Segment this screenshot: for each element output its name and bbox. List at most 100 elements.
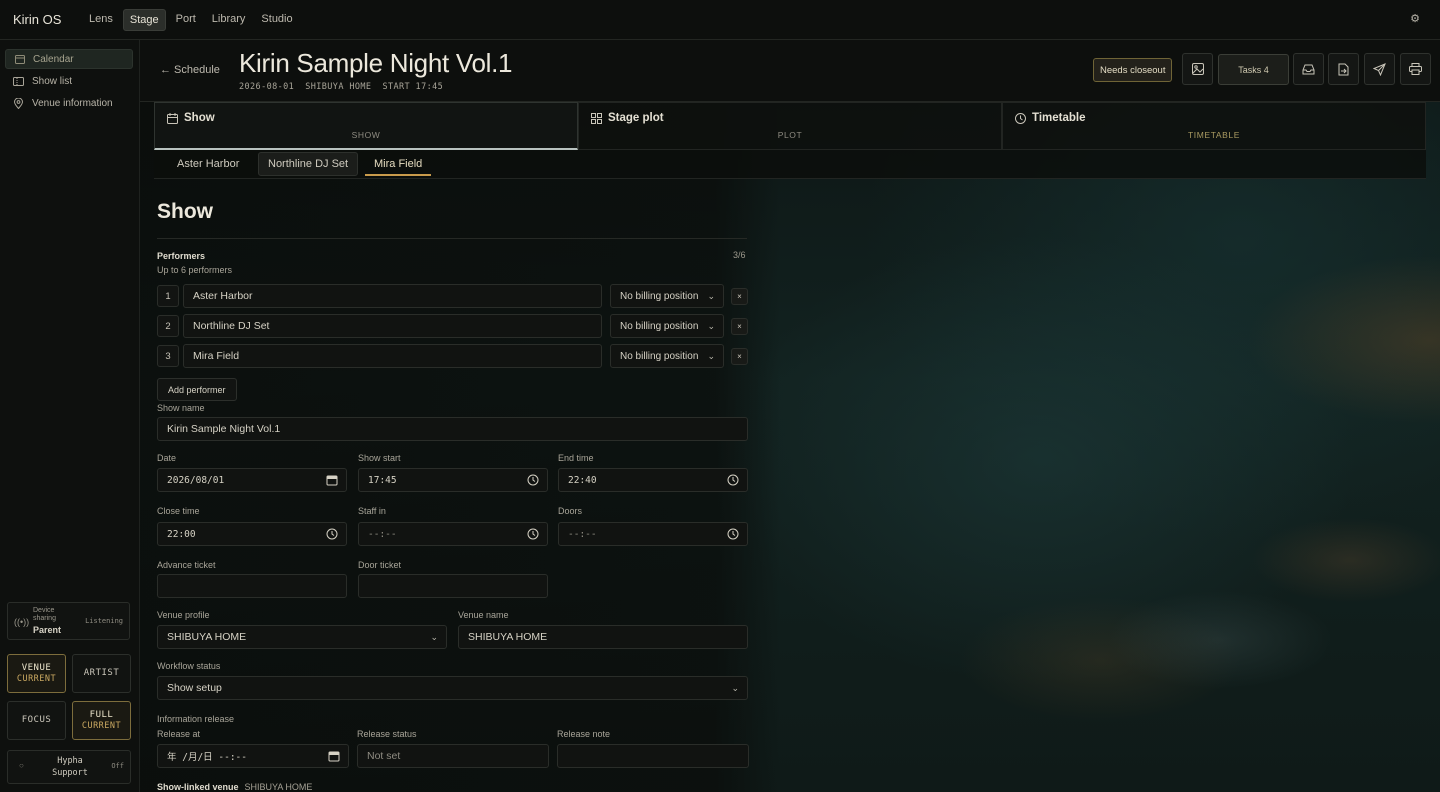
clock-icon <box>326 528 338 540</box>
date-input[interactable]: 2026/08/01 <box>157 468 347 492</box>
clock-icon <box>727 474 739 486</box>
performer-tab-aster-harbor[interactable]: Aster Harbor <box>168 152 248 176</box>
export-button[interactable] <box>1328 53 1359 85</box>
image-icon <box>1191 63 1204 75</box>
page-header: ← Schedule Kirin Sample Night Vol.1 2026… <box>140 40 1440 102</box>
advance-ticket-label: Advance ticket <box>157 560 216 570</box>
billing-position-value: No billing position <box>620 320 699 332</box>
sidebar-item-show-list[interactable]: Show list <box>5 71 133 91</box>
send-button[interactable] <box>1364 53 1395 85</box>
clock-icon <box>527 474 539 486</box>
release-at-value: 年 /月/日 --:-- <box>167 752 247 763</box>
section-heading: Show <box>157 200 213 223</box>
mode-full-button[interactable]: FULL CURRENT <box>72 701 131 740</box>
nav-stage[interactable]: Stage <box>122 8 166 31</box>
nav-studio[interactable]: Studio <box>255 9 298 31</box>
main-tabs: Show SHOW Stage plot PLOT Timetable TIME… <box>154 102 1426 150</box>
release-status-label: Release status <box>357 729 417 739</box>
workflow-status-select[interactable]: Show setup ⌄ <box>157 676 748 700</box>
tab-show[interactable]: Show SHOW <box>154 102 578 150</box>
doors-value: --:-- <box>568 528 597 540</box>
workflow-status-value: Show setup <box>167 682 222 694</box>
billing-position-select[interactable]: No billing position ⌄ <box>610 344 724 368</box>
venue-name-input[interactable]: SHIBUYA HOME <box>458 625 748 649</box>
mode-venue-label: VENUE <box>21 662 52 673</box>
sidebar-item-calendar[interactable]: Calendar <box>5 49 133 69</box>
release-at-label: Release at <box>157 729 201 739</box>
show-linked-venue-label: Show-linked venue SHIBUYA HOME <box>157 782 312 792</box>
tab-stage-plot-label: Stage plot <box>608 112 664 124</box>
inbox-button[interactable] <box>1293 53 1324 85</box>
hypha-line1: Hypha <box>57 756 83 766</box>
device-sharing-panel[interactable]: ((•)) Device sharing Parent Listening <box>7 602 130 640</box>
doors-input[interactable]: --:-- <box>558 522 748 546</box>
chevron-down-icon: ⌄ <box>707 321 715 331</box>
clock-icon <box>1015 112 1026 124</box>
ticket-icon <box>13 76 24 87</box>
performer-tab-northline-dj-set[interactable]: Northline DJ Set <box>258 152 359 176</box>
mode-venue-button[interactable]: VENUE CURRENT <box>7 654 66 693</box>
show-start-input[interactable]: 17:45 <box>358 468 548 492</box>
tasks-button[interactable]: Tasks 4 <box>1218 54 1289 85</box>
tab-show-label: Show <box>184 112 215 124</box>
release-note-input[interactable] <box>557 744 749 768</box>
performer-index: 3 <box>157 345 179 367</box>
mode-focus-button[interactable]: FOCUS <box>7 701 66 740</box>
close-time-input[interactable]: 22:00 <box>157 522 347 546</box>
performer-tab-mira-field[interactable]: Mira Field <box>365 152 432 176</box>
tab-show-sub: SHOW <box>351 130 381 140</box>
release-status-input[interactable]: Not set <box>357 744 549 768</box>
sidebar-item-venue-information[interactable]: Venue information <box>5 93 133 113</box>
sidebar-item-label: Calendar <box>33 53 74 65</box>
calendar-icon <box>326 475 338 486</box>
performer-name-input[interactable]: Mira Field <box>183 344 602 368</box>
end-time-label: End time <box>558 453 594 463</box>
tab-timetable[interactable]: Timetable TIMETABLE <box>1002 102 1426 150</box>
print-button[interactable] <box>1400 53 1431 85</box>
release-note-label: Release note <box>557 729 611 739</box>
chevron-down-icon: ⌄ <box>731 683 739 693</box>
performers-hint: Up to 6 performers <box>157 265 233 275</box>
end-time-value: 22:40 <box>568 474 597 486</box>
remove-performer-button[interactable]: × <box>731 318 748 335</box>
mode-artist-button[interactable]: ARTIST <box>72 654 131 693</box>
nav-library[interactable]: Library <box>206 9 252 31</box>
door-ticket-input[interactable] <box>358 574 548 598</box>
performers-label: Performers <box>157 251 206 261</box>
image-button[interactable] <box>1182 53 1213 85</box>
billing-position-select[interactable]: No billing position ⌄ <box>610 314 724 338</box>
back-to-schedule-link[interactable]: ← Schedule <box>160 64 220 76</box>
release-at-input[interactable]: 年 /月/日 --:-- <box>157 744 349 768</box>
staff-in-input[interactable]: --:-- <box>358 522 548 546</box>
venue-profile-select[interactable]: SHIBUYA HOME ⌄ <box>157 625 447 649</box>
performer-name-input[interactable]: Northline DJ Set <box>183 314 602 338</box>
venue-name-label: Venue name <box>458 610 509 620</box>
performer-name-input[interactable]: Aster Harbor <box>183 284 602 308</box>
device-sharing-role: Parent <box>33 625 62 635</box>
mode-full-current: CURRENT <box>81 720 122 731</box>
billing-position-select[interactable]: No billing position ⌄ <box>610 284 724 308</box>
nav-lens[interactable]: Lens <box>83 9 119 31</box>
needs-closeout-badge[interactable]: Needs closeout <box>1093 58 1173 82</box>
doors-label: Doors <box>558 506 583 516</box>
advance-ticket-input[interactable] <box>157 574 347 598</box>
end-time-input[interactable]: 22:40 <box>558 468 748 492</box>
app-brand: Kirin OS <box>13 12 62 27</box>
device-sharing-status: Listening <box>85 617 123 625</box>
hypha-support-toggle[interactable]: ○ Hypha Support Off <box>7 750 131 784</box>
hypha-icon: ○ <box>19 761 24 770</box>
add-performer-button[interactable]: Add performer <box>157 378 237 401</box>
broadcast-icon: ((•)) <box>14 617 30 627</box>
date-value: 2026/08/01 <box>167 474 225 486</box>
remove-performer-button[interactable]: × <box>731 288 748 305</box>
settings-gear-icon[interactable]: ⚙ <box>1410 12 1420 25</box>
tab-stage-plot[interactable]: Stage plot PLOT <box>578 102 1002 150</box>
remove-performer-button[interactable]: × <box>731 348 748 365</box>
show-start-label: Show start <box>358 453 401 463</box>
nav-port[interactable]: Port <box>170 9 202 31</box>
show-name-input[interactable]: Kirin Sample Night Vol.1 <box>157 417 748 441</box>
page-title: Kirin Sample Night Vol.1 <box>239 48 513 78</box>
calendar-icon <box>167 112 178 124</box>
mode-artist-label: ARTIST <box>83 668 120 678</box>
divider <box>157 238 747 239</box>
